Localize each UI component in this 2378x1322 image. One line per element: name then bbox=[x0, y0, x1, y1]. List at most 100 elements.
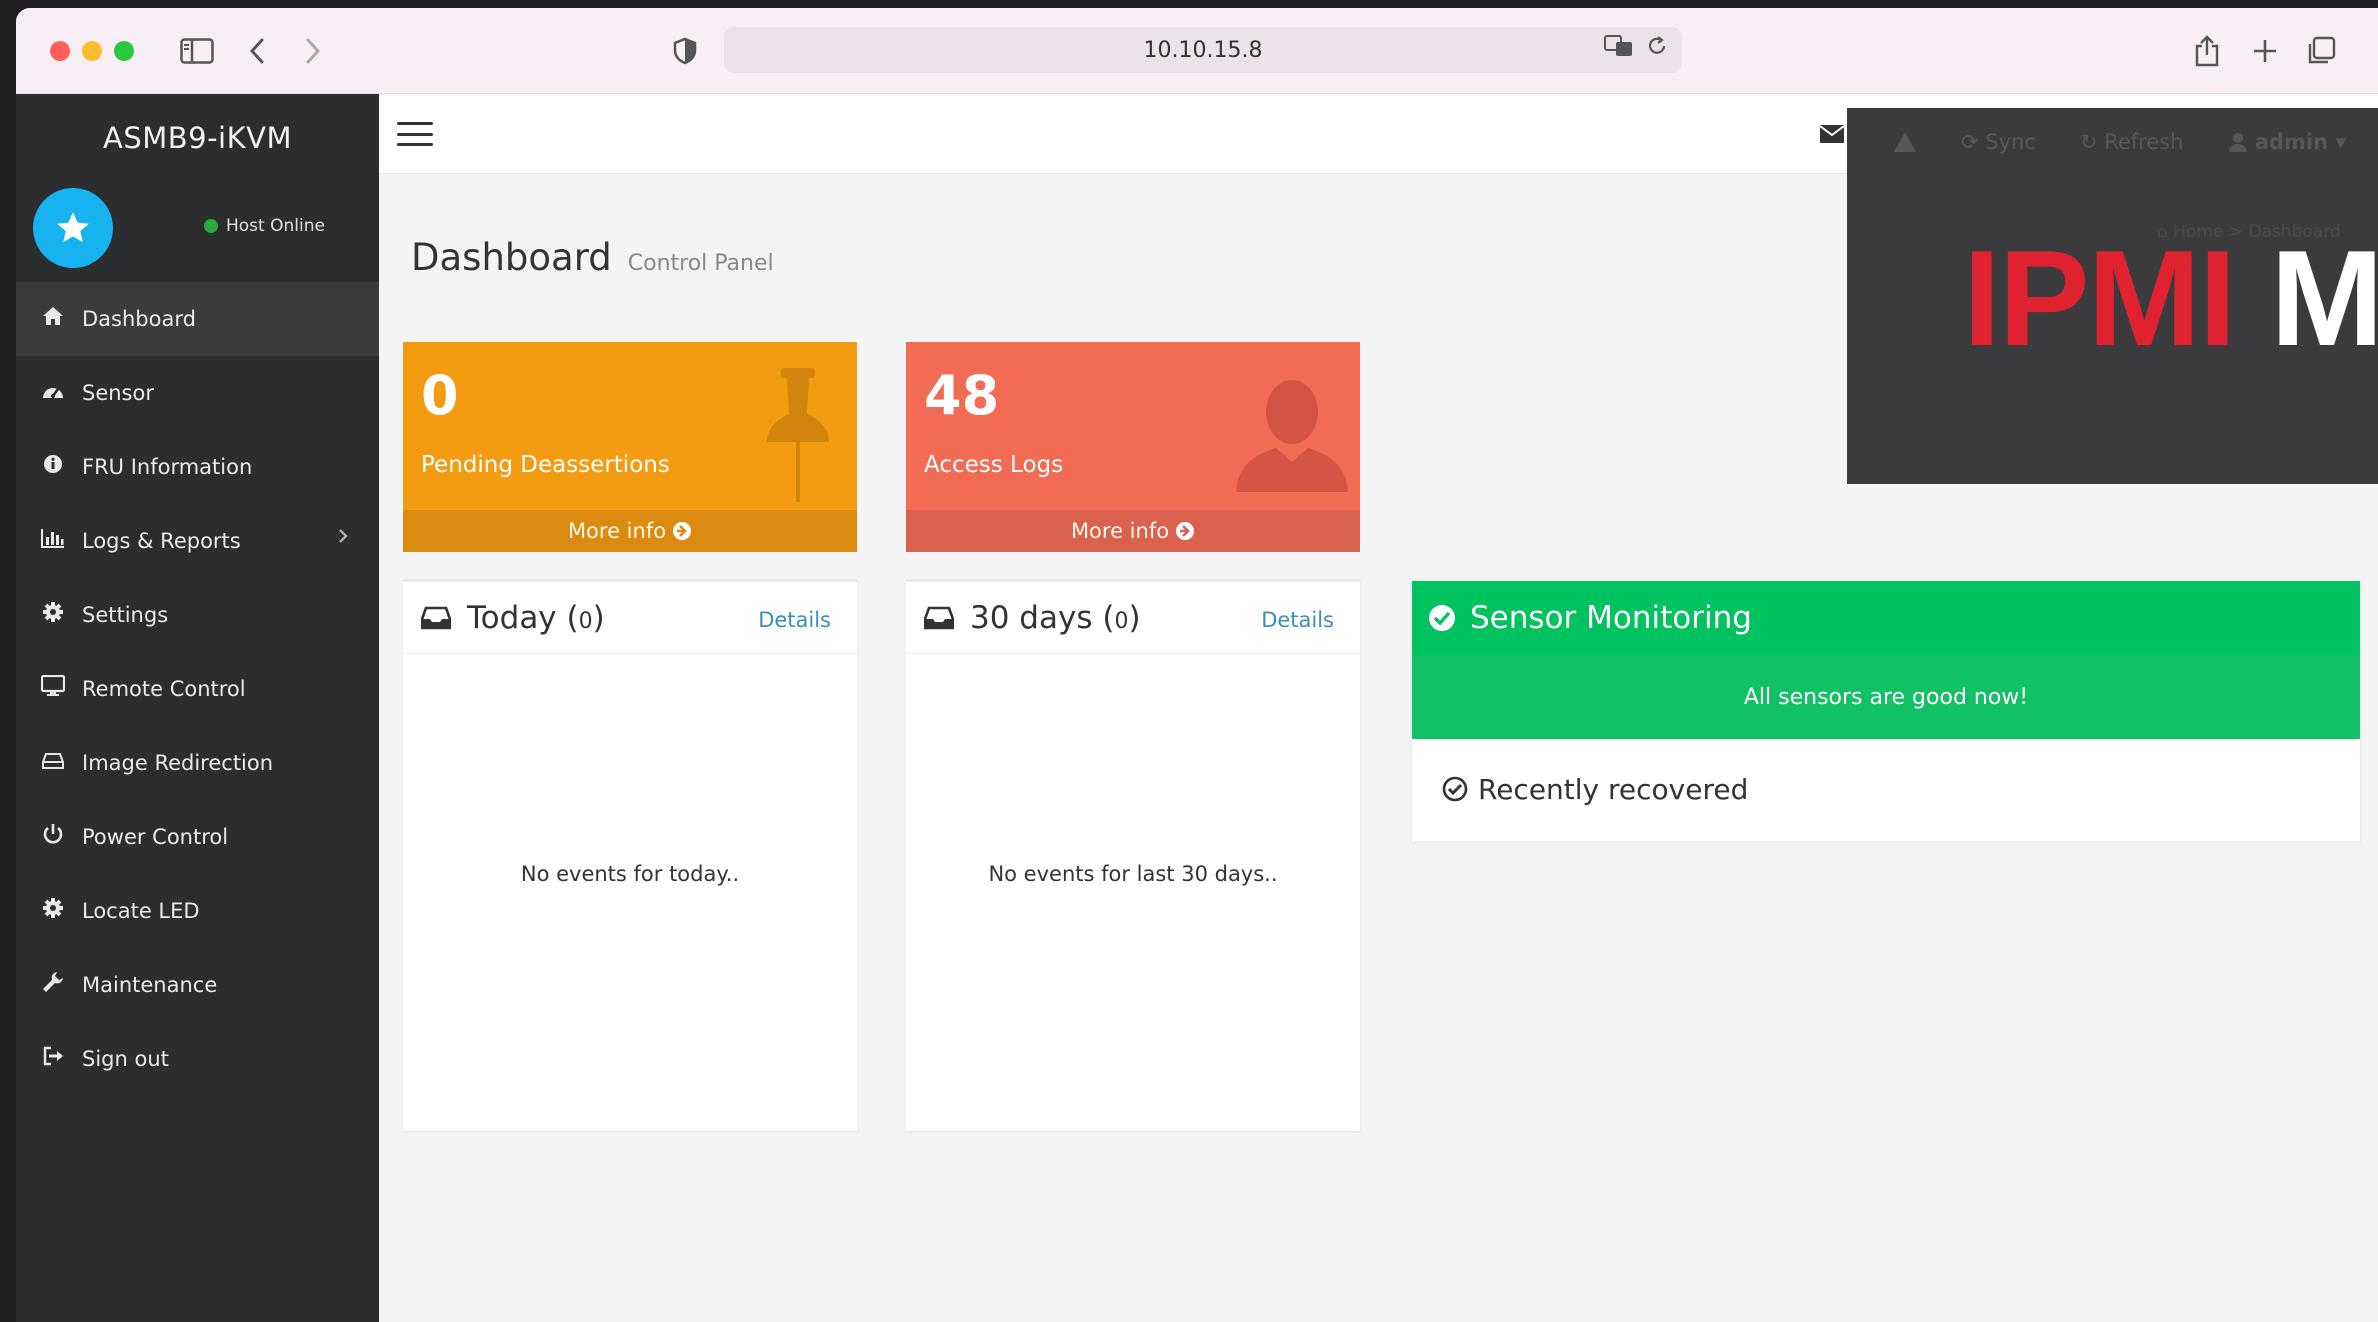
desktop-icon bbox=[38, 674, 68, 703]
ipmi-banner: IPMI M bbox=[1963, 220, 2378, 376]
refresh-button[interactable]: ↻ Refresh bbox=[2080, 130, 2184, 154]
pending-deassertions-box: 0 Pending Deassertions More info bbox=[403, 342, 857, 552]
sidebar-item-power-control[interactable]: Power Control bbox=[16, 800, 379, 874]
thirty-days-count: 0 bbox=[1114, 608, 1129, 634]
panel-header: 30 days (0) Details bbox=[906, 582, 1360, 654]
access-logs-box: 48 Access Logs More info bbox=[906, 342, 1360, 552]
user-icon bbox=[1234, 378, 1350, 496]
sidebar-item-label: Power Control bbox=[82, 825, 229, 849]
empty-state-text: No events for last 30 days.. bbox=[988, 862, 1278, 886]
sidebar-item-label: Settings bbox=[82, 603, 169, 627]
address-bar[interactable]: 10.10.15.8 bbox=[724, 27, 1682, 73]
sidebar-item-dashboard[interactable]: Dashboard bbox=[16, 282, 379, 356]
today-details-link[interactable]: Details bbox=[758, 608, 831, 632]
sidebar-item-settings[interactable]: Settings bbox=[16, 578, 379, 652]
sensor-status-text: All sensors are good now! bbox=[1412, 655, 2360, 739]
hamburger-menu-icon[interactable] bbox=[397, 122, 433, 146]
more-info-label: More info bbox=[1070, 519, 1170, 543]
arrow-circle-right-icon bbox=[672, 521, 692, 541]
thirty-days-events-panel: 30 days (0) Details No events for last 3… bbox=[906, 579, 1360, 1131]
browser-window: 10.10.15.8 ASMB9-iKVM Host Online Dashbo… bbox=[16, 8, 2378, 1322]
banner-red-text: IPMI bbox=[1963, 222, 2237, 374]
sidebar-item-remote-control[interactable]: Remote Control bbox=[16, 652, 379, 726]
content-header: Dashboard Control Panel bbox=[411, 236, 774, 279]
maximize-window-button[interactable] bbox=[114, 41, 134, 61]
dashboard-gauge-icon bbox=[38, 381, 68, 406]
gear-icon bbox=[38, 897, 68, 925]
sidebar-item-label: Sensor bbox=[82, 381, 154, 405]
sidebar-item-image-redirection[interactable]: Image Redirection bbox=[16, 726, 379, 800]
hdd-icon bbox=[38, 751, 68, 776]
info-circle-icon bbox=[38, 454, 68, 480]
sidebar-item-logs-reports[interactable]: Logs & Reports bbox=[16, 504, 379, 578]
recently-recovered-label: Recently recovered bbox=[1478, 772, 1749, 806]
more-info-link[interactable]: More info bbox=[906, 510, 1360, 552]
sidebar-item-label: FRU Information bbox=[82, 455, 253, 479]
sync-button[interactable]: ⟳ Sync bbox=[1961, 130, 2036, 154]
share-icon[interactable] bbox=[2186, 30, 2228, 72]
sensor-monitoring-title: Sensor Monitoring bbox=[1470, 600, 1752, 636]
sidebar-item-label: Logs & Reports bbox=[82, 529, 241, 553]
access-logs-label: Access Logs bbox=[924, 452, 1064, 478]
sensor-monitoring-box: Sensor Monitoring All sensors are good n… bbox=[1410, 579, 2362, 843]
gear-icon bbox=[38, 601, 68, 629]
pushpin-icon bbox=[763, 366, 833, 508]
more-info-label: More info bbox=[567, 519, 667, 543]
power-icon bbox=[38, 823, 68, 851]
panel-title: 30 days (0) bbox=[970, 599, 1141, 636]
sidebar-item-maintenance[interactable]: Maintenance bbox=[16, 948, 379, 1022]
minimize-window-button[interactable] bbox=[82, 41, 102, 61]
host-status-label: Host Online bbox=[226, 216, 325, 236]
shield-icon[interactable] bbox=[664, 30, 706, 72]
sidebar-toggle-icon[interactable] bbox=[176, 30, 218, 72]
page-title: Dashboard bbox=[411, 236, 612, 279]
sidebar-item-label: Remote Control bbox=[82, 677, 246, 701]
status-dot-icon bbox=[204, 219, 218, 233]
sign-out-icon bbox=[38, 1046, 68, 1072]
brand-logo[interactable]: ASMB9-iKVM bbox=[16, 94, 379, 182]
thirty-days-details-link[interactable]: Details bbox=[1261, 608, 1334, 632]
translate-icon[interactable] bbox=[1604, 35, 1634, 63]
chevron-right-icon bbox=[337, 526, 349, 551]
sidebar-item-label: Image Redirection bbox=[82, 751, 274, 775]
star-icon bbox=[33, 188, 113, 268]
banner-white-text: M bbox=[2270, 222, 2378, 374]
new-tab-icon[interactable] bbox=[2244, 30, 2286, 72]
bar-chart-icon bbox=[38, 528, 68, 554]
warning-icon[interactable] bbox=[1893, 131, 1917, 153]
refresh-label: Refresh bbox=[2104, 130, 2184, 154]
wrench-icon bbox=[38, 971, 68, 999]
sidebar-item-sign-out[interactable]: Sign out bbox=[16, 1022, 379, 1096]
video-overlay: ⟳ Sync ↻ Refresh admin ▾ ⌂ Home > Dashbo… bbox=[1847, 108, 2378, 484]
pending-deassertions-count: 0 bbox=[421, 364, 459, 427]
reload-icon[interactable] bbox=[1646, 35, 1668, 63]
empty-state-text: No events for today.. bbox=[520, 862, 740, 886]
sidebar-item-sensor[interactable]: Sensor bbox=[16, 356, 379, 430]
sync-label: Sync bbox=[1985, 130, 2036, 154]
envelope-icon[interactable] bbox=[1819, 122, 1845, 150]
sidebar-item-fru-information[interactable]: FRU Information bbox=[16, 430, 379, 504]
check-circle-icon bbox=[1428, 604, 1456, 632]
sidebar-item-locate-led[interactable]: Locate LED bbox=[16, 874, 379, 948]
overlay-navbar: ⟳ Sync ↻ Refresh admin ▾ bbox=[1847, 122, 2378, 162]
page-subtitle: Control Panel bbox=[627, 251, 774, 276]
admin-menu[interactable]: admin ▾ bbox=[2228, 130, 2346, 154]
close-window-button[interactable] bbox=[50, 41, 70, 61]
home-icon bbox=[38, 306, 68, 332]
host-status: Host Online bbox=[204, 216, 325, 236]
arrow-circle-right-icon bbox=[1175, 521, 1195, 541]
panel-header: Today (0) Details bbox=[403, 582, 857, 654]
sidebar-menu: Dashboard Sensor FRU Information Logs & … bbox=[16, 282, 379, 1096]
panel-title: Today (0) bbox=[467, 599, 605, 636]
check-circle-outline-icon bbox=[1442, 776, 1468, 802]
forward-icon[interactable] bbox=[292, 30, 334, 72]
sidebar: ASMB9-iKVM Host Online Dashboard Sensor … bbox=[16, 94, 379, 1322]
more-info-link[interactable]: More info bbox=[403, 510, 857, 552]
today-title: Today bbox=[467, 599, 557, 636]
back-icon[interactable] bbox=[236, 30, 278, 72]
sidebar-item-label: Locate LED bbox=[82, 899, 200, 923]
browser-toolbar: 10.10.15.8 bbox=[16, 8, 2378, 94]
tab-overview-icon[interactable] bbox=[2300, 30, 2342, 72]
pending-deassertions-label: Pending Deassertions bbox=[421, 452, 670, 478]
inbox-icon bbox=[924, 606, 954, 630]
